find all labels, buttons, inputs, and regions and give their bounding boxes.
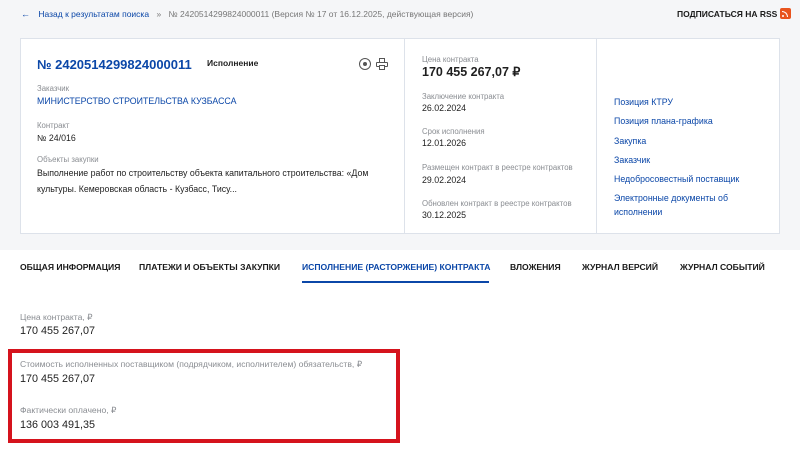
objects-value: Выполнение работ по строительству объект…: [37, 168, 369, 194]
print-icon[interactable]: [376, 58, 388, 70]
tab-bar: ОБЩАЯ ИНФОРМАЦИЯ ПЛАТЕЖИ И ОБЪЕКТЫ ЗАКУП…: [0, 250, 800, 285]
rss-icon[interactable]: [780, 8, 791, 19]
subscribe-rss-link[interactable]: ПОДПИСАТЬСЯ НА RSS: [677, 9, 777, 19]
link-customer[interactable]: Заказчик: [614, 155, 650, 165]
back-to-results-link[interactable]: Назад к результатам поиска: [38, 9, 149, 19]
breadcrumb: ← Назад к результатам поиска » № 2420514…: [21, 9, 473, 19]
objects-label: Объекты закупки: [37, 155, 99, 164]
contract-value: № 24/016: [37, 133, 76, 143]
term-value: 12.01.2026: [422, 138, 467, 148]
arrow-left-icon[interactable]: ←: [21, 9, 30, 19]
breadcrumb-separator: »: [156, 9, 162, 19]
term-label: Срок исполнения: [422, 127, 485, 136]
tab-execution[interactable]: ИСПОЛНЕНИЕ (РАСТОРЖЕНИЕ) КОНТРАКТА: [302, 262, 490, 272]
tab-attachments[interactable]: ВЛОЖЕНИЯ: [510, 262, 561, 272]
tab-payments[interactable]: ПЛАТЕЖИ И ОБЪЕКТЫ ЗАКУПКИ: [139, 262, 280, 272]
execution-price-label: Цена контракта, ₽: [20, 312, 93, 322]
contract-label: Контракт: [37, 121, 70, 130]
tab-event-log[interactable]: ЖУРНАЛ СОБЫТИЙ: [680, 262, 765, 272]
placed-label: Размещен контракт в реестре контрактов: [422, 163, 573, 172]
tab-version-log[interactable]: ЖУРНАЛ ВЕРСИЙ: [582, 262, 658, 272]
price-value: 170 455 267,07 ₽: [422, 65, 521, 79]
related-links-card: Позиция КТРУ Позиция плана-графика Закуп…: [596, 38, 780, 234]
execution-price-value: 170 455 267,07: [20, 325, 96, 337]
top-bar: ← Назад к результатам поиска » № 2420514…: [0, 0, 800, 38]
customer-label: Заказчик: [37, 84, 70, 93]
link-unfair-supplier[interactable]: Недобросовестный поставщик: [614, 174, 739, 184]
conclusion-value: 26.02.2024: [422, 103, 467, 113]
link-plan-position[interactable]: Позиция плана-графика: [614, 116, 713, 126]
price-label: Цена контракта: [422, 55, 479, 64]
conclusion-label: Заключение контракта: [422, 92, 505, 101]
contract-summary-card: Цена контракта 170 455 267,07 ₽ Заключен…: [404, 38, 597, 234]
tab-general-info[interactable]: ОБЩАЯ ИНФОРМАЦИЯ: [20, 262, 120, 272]
link-purchase[interactable]: Закупка: [614, 136, 646, 146]
highlight-frame: [8, 349, 400, 443]
active-tab-indicator: [302, 281, 489, 283]
status-badge: Исполнение: [207, 58, 259, 68]
link-electronic-documents[interactable]: Электронные документы об исполнении: [614, 191, 764, 219]
customer-link[interactable]: МИНИСТЕРСТВО СТРОИТЕЛЬСТВА КУЗБАССА: [37, 96, 236, 106]
contract-info-card: № 2420514299824000011 Исполнение Заказчи…: [20, 38, 405, 234]
link-ktru-position[interactable]: Позиция КТРУ: [614, 97, 673, 107]
breadcrumb-current: № 2420514299824000011 (Версия № 17 от 16…: [168, 9, 474, 19]
updated-value: 30.12.2025: [422, 210, 467, 220]
contract-number: № 2420514299824000011: [37, 57, 192, 72]
placed-value: 29.02.2024: [422, 175, 467, 185]
target-icon[interactable]: [359, 58, 371, 70]
updated-label: Обновлен контракт в реестре контрактов: [422, 199, 572, 208]
